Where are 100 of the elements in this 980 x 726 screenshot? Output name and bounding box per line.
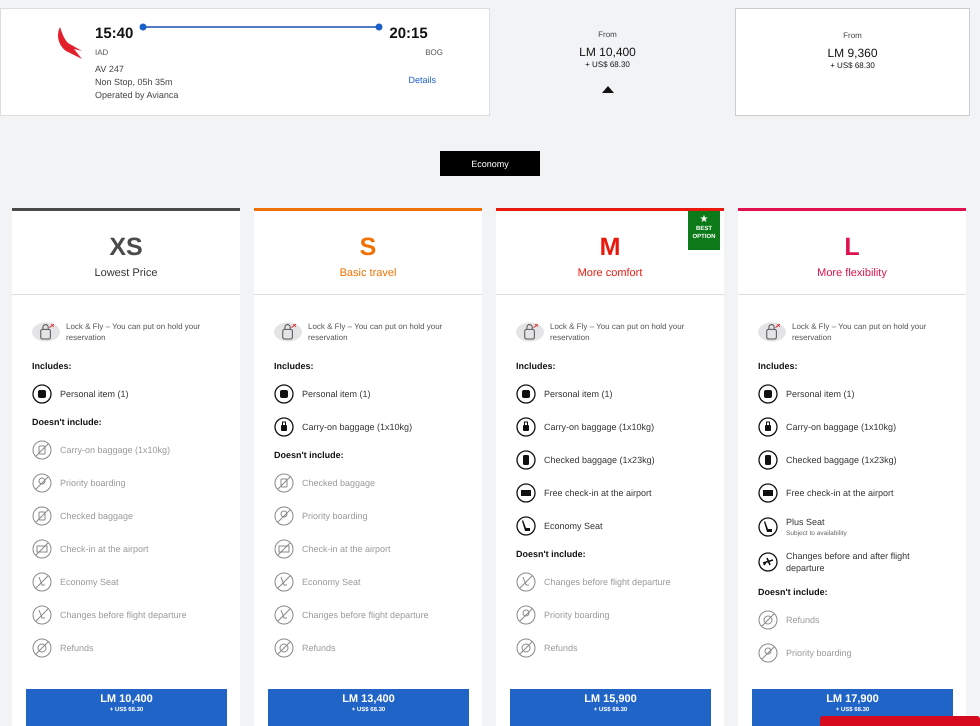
flight-number: AV 247 (95, 63, 125, 76)
ticket-icon (32, 539, 52, 559)
ticket-icon (758, 483, 778, 503)
feature-text: Carry-on baggage (1x10kg) (544, 421, 654, 433)
luggage-icon (32, 506, 52, 526)
medal-icon (274, 506, 294, 526)
ticket-icon (274, 539, 294, 559)
luggage-icon (516, 450, 536, 470)
seat-icon (516, 516, 536, 536)
suitcase-icon (32, 440, 52, 460)
medal-icon (32, 473, 52, 493)
excludes-heading: Doesn't include: (32, 417, 103, 427)
feature-text: Free check-in at the airport (544, 487, 652, 499)
feature-text: Personal item (1) (544, 388, 613, 400)
feature-text: Changes before and after flight departure (786, 550, 911, 574)
feature-text: Carry-on baggage (1x10kg) (302, 421, 412, 433)
backpack-icon (32, 384, 52, 404)
feature-text: Changes before flight departure (544, 576, 671, 588)
plan-code: XS (109, 233, 143, 261)
feature-text: Checked baggage (1x23kg) (544, 454, 655, 466)
details-link[interactable]: Details (408, 75, 436, 85)
seat-icon (758, 516, 778, 536)
plan-code: S (360, 233, 376, 261)
excludes-heading: Doesn't include: (516, 549, 587, 559)
ticket-icon (516, 483, 536, 503)
coin-icon (32, 638, 52, 658)
suitcase-icon (516, 417, 536, 437)
feature-text: Refunds (60, 642, 94, 654)
excludes-heading: Doesn't include: (758, 587, 829, 597)
seat-icon (274, 572, 294, 592)
lock-and-fly-text: Lock & Fly – You can put on hold your reservation (308, 321, 444, 343)
coin-icon (274, 638, 294, 658)
lock-and-fly-text: Lock & Fly – You can put on hold your reservation (792, 321, 928, 343)
feature-text: Priority boarding (544, 609, 610, 621)
feature-text: Checked baggage (302, 477, 376, 489)
arrival-airport: BOG (425, 48, 443, 57)
feature-text: Changes before flight departure (302, 609, 429, 621)
caret-icon (602, 86, 614, 93)
fare-price: LM 10,400 (579, 45, 636, 59)
coin-icon (758, 610, 778, 630)
feature-text: Personal item (1) (302, 388, 371, 400)
plan-code: L (844, 233, 860, 261)
includes-heading: Includes: (274, 361, 315, 371)
feature-text: Carry-on baggage (1x10kg) (60, 444, 170, 456)
lock-icon (274, 322, 302, 342)
luggage-icon (758, 450, 778, 470)
medal-icon (516, 605, 536, 625)
feature-text: Plus Seat (786, 516, 826, 528)
backpack-icon (516, 384, 536, 404)
includes-heading: Includes: (516, 361, 557, 371)
medal-icon (758, 643, 778, 663)
feature-text: Priority boarding (60, 477, 126, 489)
feature-text: Personal item (1) (786, 388, 855, 400)
lock-icon (758, 322, 786, 342)
from-label: From (598, 30, 617, 39)
feature-text: Carry-on baggage (1x10kg) (786, 421, 896, 433)
lock-icon (516, 322, 544, 342)
cabin-tab[interactable]: Economy (440, 151, 540, 176)
feature-text: Refunds (786, 614, 820, 626)
feature-text: Economy Seat (302, 576, 361, 588)
includes-heading: Includes: (758, 361, 799, 371)
feature-text: Personal item (1) (60, 388, 129, 400)
fare-price: LM 9,360 (827, 46, 878, 60)
feature-text: Free check-in at the airport (786, 487, 894, 499)
plan-subtitle: More flexibility (817, 267, 887, 279)
includes-heading: Includes: (32, 361, 73, 371)
fare-tax: + US$ 68.30 (830, 61, 875, 70)
feature-text: Priority boarding (302, 510, 368, 522)
flight-duration: Non Stop, 05h 35m (95, 76, 174, 89)
excludes-heading: Doesn't include: (274, 450, 345, 460)
lock-icon (32, 322, 60, 342)
feature-text: Check-in at the airport (302, 543, 391, 555)
feature-text: Economy Seat (60, 576, 119, 588)
fare-tax: + US$ 68.30 (585, 60, 630, 69)
suitcase-icon (274, 417, 294, 437)
luggage-icon (274, 473, 294, 493)
departure-time: 15:40 (95, 25, 134, 42)
feature-text: Check-in at the airport (60, 543, 149, 555)
feature-text: Changes before flight departure (60, 609, 187, 621)
plan-subtitle: Basic travel (340, 267, 396, 279)
coin-icon (516, 638, 536, 658)
fare-option[interactable]: From LM 9,360 + US$ 68.30 (735, 8, 970, 116)
feature-text: Priority boarding (786, 647, 852, 659)
backpack-icon (758, 384, 778, 404)
from-label: From (843, 31, 862, 40)
backpack-icon (274, 384, 294, 404)
suitcase-icon (758, 417, 778, 437)
plan-code: M (600, 233, 620, 261)
feature-text: Economy Seat (544, 520, 603, 532)
lock-and-fly-text: Lock & Fly – You can put on hold your reservation (66, 321, 202, 343)
seat-icon (32, 572, 52, 592)
plan-subtitle: More comfort (578, 267, 642, 279)
lock-and-fly-text: Lock & Fly – You can put on hold your reservation (550, 321, 686, 343)
operator-text: Operated by Avianca (95, 89, 178, 102)
feature-text: Checked baggage (60, 510, 134, 522)
feature-text: Checked baggage (1x23kg) (786, 454, 897, 466)
feature-text: Refunds (302, 642, 336, 654)
arrival-time: 20:15 (389, 25, 428, 42)
feature-text: Refunds (544, 642, 578, 654)
departure-airport: IAD (95, 48, 108, 57)
